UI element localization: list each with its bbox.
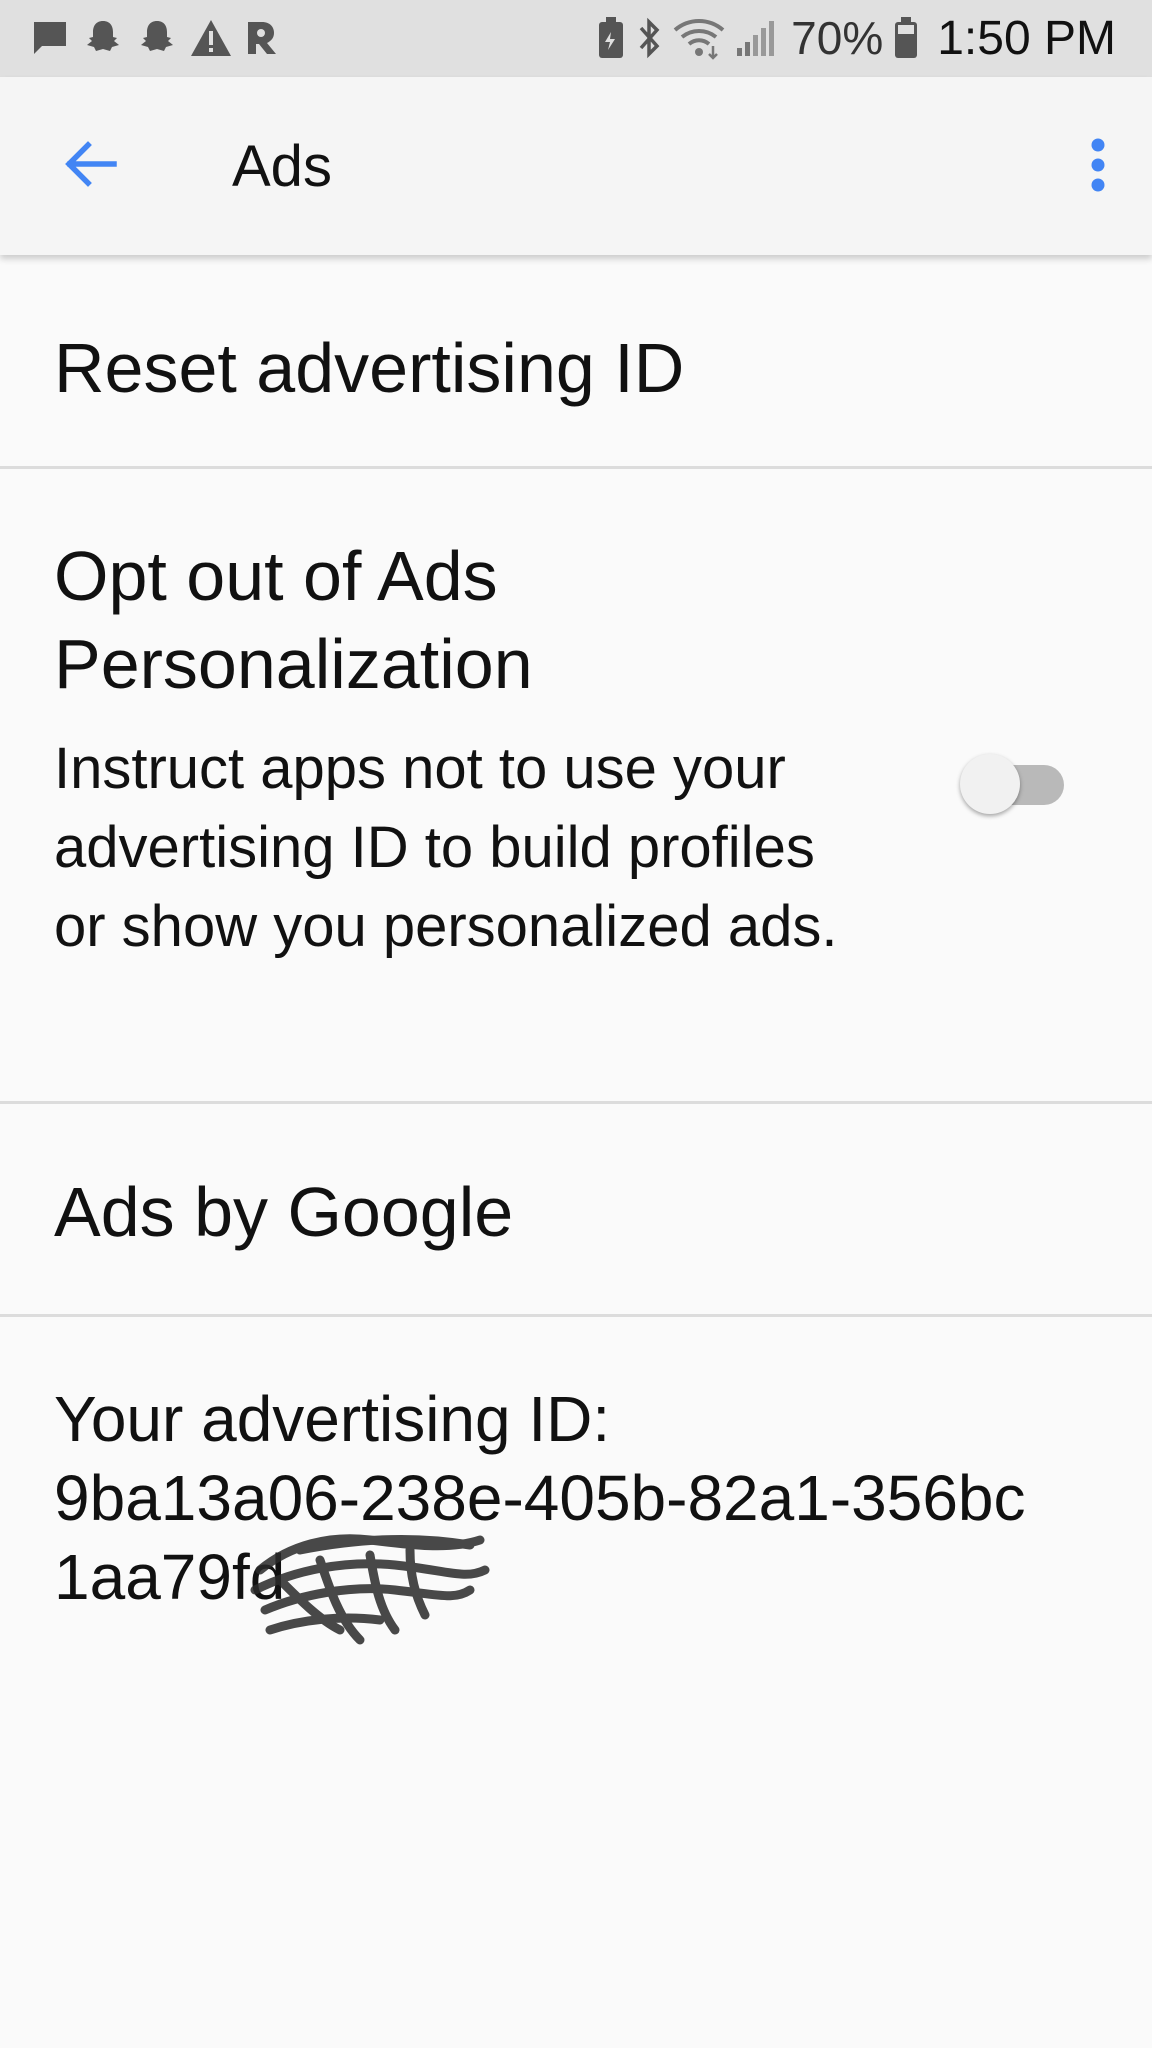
ads-by-google-item[interactable]: Ads by Google: [0, 1104, 1152, 1314]
opt-out-summary: Instruct apps not to use your advertisin…: [54, 736, 838, 959]
advertising-id-info: Your advertising ID: 9ba13a06-238e-405b-…: [54, 1380, 1054, 1617]
status-bar: 70% 1:50 PM: [0, 0, 1152, 77]
reset-advertising-id-item[interactable]: Reset advertising ID: [0, 255, 1152, 467]
opt-out-title: Opt out of Ads Personalization: [54, 537, 533, 703]
more-options-button[interactable]: [1062, 131, 1134, 203]
toggle-thumb: [960, 754, 1020, 814]
app-bar: Ads: [0, 77, 1152, 255]
divider: [0, 1314, 1152, 1317]
opt-out-toggle[interactable]: [960, 750, 1066, 816]
redaction-scribble: [250, 1534, 490, 1645]
bluetooth-icon: [635, 16, 663, 60]
app-icon: [244, 18, 280, 58]
message-icon: [30, 18, 70, 58]
snapchat-icon: [82, 17, 124, 59]
warning-icon: [190, 18, 232, 58]
clock: 1:50 PM: [937, 11, 1116, 65]
wifi-icon: [673, 16, 725, 60]
advertising-id-value: 9ba13a06-238e-405b-82a1-356bc1aa79fd: [54, 1462, 1026, 1613]
battery-saver-icon: [597, 16, 625, 60]
battery-percentage: 70%: [791, 12, 884, 64]
signal-icon: [735, 18, 775, 58]
ads-by-google-title: Ads by Google: [54, 1173, 514, 1251]
more-vert-icon: [1090, 137, 1106, 198]
arrow-back-icon: [62, 140, 118, 193]
advertising-id-label: Your advertising ID:: [54, 1383, 611, 1455]
page-title: Ads: [232, 134, 332, 199]
system-icons: 70% 1:50 PM: [597, 10, 1116, 66]
back-button[interactable]: [50, 130, 130, 202]
snapchat-icon: [136, 17, 178, 59]
notification-icons: [30, 16, 280, 60]
battery-icon: [893, 16, 919, 60]
reset-advertising-id-title: Reset advertising ID: [54, 329, 685, 407]
